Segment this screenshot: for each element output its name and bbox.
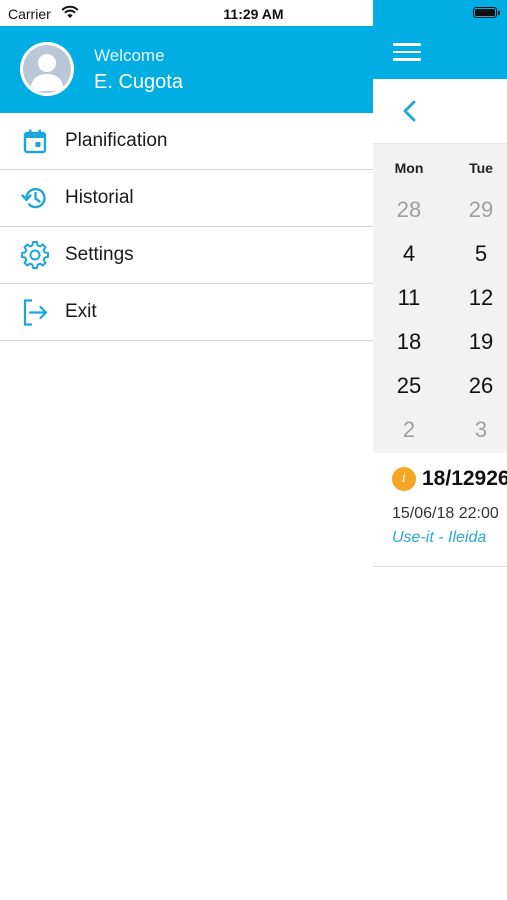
calendar-grid: Mon Tue 28 29 4 5 11 12 18 19 25 26 2 3 — [373, 144, 507, 454]
calendar-icon — [23, 129, 47, 154]
calendar-day[interactable]: 3 — [451, 417, 507, 443]
menu-item-label: Exit — [65, 301, 97, 322]
calendar-day[interactable]: 26 — [451, 373, 507, 399]
calendar-day[interactable]: 19 — [451, 329, 507, 355]
exit-icon — [23, 299, 48, 326]
event-id: 18/12926 — [422, 467, 507, 490]
calendar-day[interactable]: 29 — [451, 197, 507, 223]
event-location: Use-it - Ileida — [392, 529, 487, 546]
calendar-day[interactable]: 18 — [379, 329, 439, 355]
hamburger-menu-icon[interactable] — [393, 43, 421, 61]
menu-item-label: Planification — [65, 130, 168, 151]
drawer-menu: Planification Historial Settings Exit — [0, 113, 373, 341]
menu-item-label: Historial — [65, 187, 134, 208]
weekday-label: Tue — [469, 160, 493, 176]
calendar-nav — [373, 79, 507, 144]
chevron-left-icon[interactable] — [401, 99, 417, 123]
drawer-header: Welcome E. Cugota — [0, 26, 373, 113]
calendar-day[interactable]: 5 — [451, 241, 507, 267]
menu-item-planification[interactable]: Planification — [0, 113, 373, 170]
menu-item-label: Settings — [65, 244, 134, 265]
calendar-day[interactable]: 28 — [379, 197, 439, 223]
event-card[interactable]: i 18/12926 15/06/18 22:00 Use-it - Ileid… — [373, 453, 507, 567]
avatar[interactable] — [20, 42, 74, 96]
gear-icon — [21, 241, 49, 269]
weekday-label: Mon — [394, 160, 424, 176]
main-screen: Mon Tue 28 29 4 5 11 12 18 19 25 26 2 3 … — [373, 0, 507, 900]
calendar-day[interactable]: 11 — [379, 285, 439, 311]
calendar-day[interactable]: 4 — [379, 241, 439, 267]
battery-icon — [473, 7, 500, 18]
event-datetime: 15/06/18 22:00 — [392, 505, 499, 522]
side-drawer: Welcome E. Cugota Planification Historia… — [0, 0, 373, 900]
user-avatar-icon — [23, 45, 71, 93]
username-label: E. Cugota — [94, 71, 183, 93]
menu-item-settings[interactable]: Settings — [0, 227, 373, 284]
calendar-day[interactable]: 2 — [379, 417, 439, 443]
history-icon — [21, 187, 46, 209]
calendar-day[interactable]: 12 — [451, 285, 507, 311]
welcome-label: Welcome — [94, 46, 165, 65]
menu-item-exit[interactable]: Exit — [0, 284, 373, 341]
info-icon: i — [392, 467, 416, 491]
menu-item-historial[interactable]: Historial — [0, 170, 373, 227]
calendar-day[interactable]: 25 — [379, 373, 439, 399]
status-time: 11:29 AM — [223, 6, 284, 22]
